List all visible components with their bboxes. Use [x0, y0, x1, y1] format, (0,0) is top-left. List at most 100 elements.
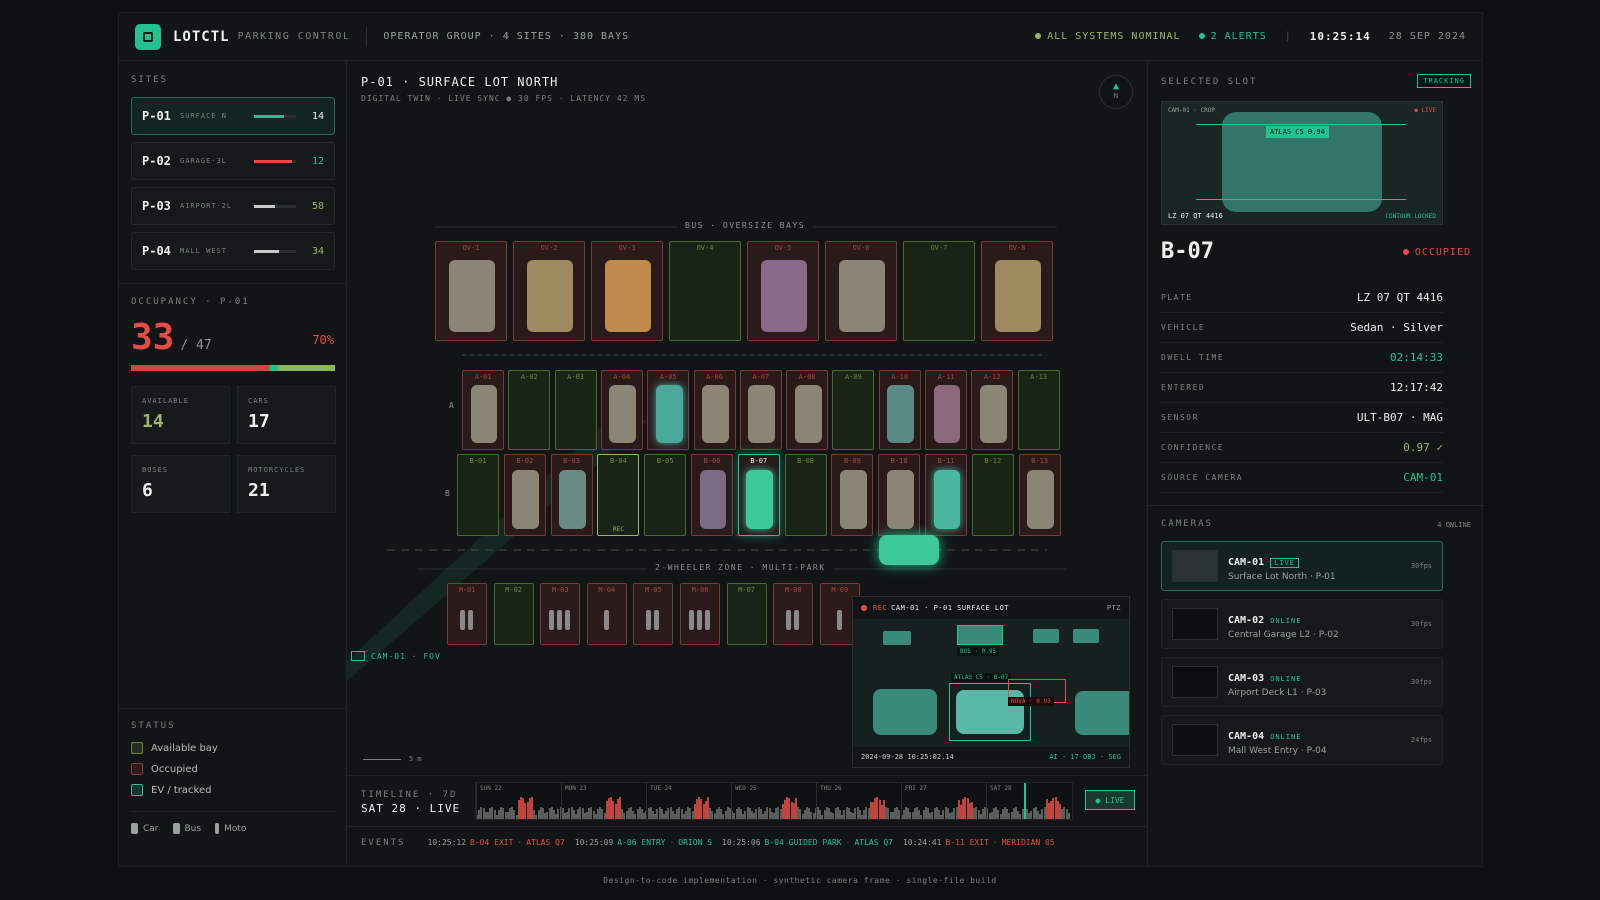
bay-b-13[interactable]: B-13 — [1018, 454, 1061, 536]
bay-b-12[interactable]: B-12 — [971, 454, 1014, 536]
detail-key: VEHICLE — [1161, 323, 1206, 332]
bay-a-09[interactable]: A-09 — [832, 370, 875, 450]
bay-a-11[interactable]: A-11 — [925, 370, 967, 450]
motorcycle — [705, 610, 710, 630]
bay-label: A-08 — [798, 373, 816, 381]
event-separator: · — [517, 838, 523, 847]
detail-key: DWELL TIME — [1161, 353, 1225, 362]
bay-ov-1[interactable]: OV-1 — [435, 241, 507, 341]
bay-a-03[interactable]: A-03 — [554, 370, 597, 450]
bay-a-12[interactable]: A-12 — [971, 370, 1014, 450]
event-action: A-06 ENTRY — [617, 838, 666, 847]
event-item[interactable]: 10:24:41 B-11 EXIT · MERIDIAN 05 — [903, 838, 1055, 848]
camera-thumbnail — [1172, 550, 1218, 582]
bay-m-02[interactable]: M-02 — [493, 583, 534, 645]
compass-label: N — [1113, 92, 1119, 100]
timeline-scrubber[interactable]: SUN 22 MON 23 TUE 24 WED 25 THU 26 FRI 27 SAT … — [475, 782, 1073, 820]
camera-status-badge: ONLINE — [1270, 675, 1302, 683]
bay-m-07[interactable]: M-07 — [726, 583, 767, 645]
camera-item-cam-03[interactable]: CAM-03 ONLINE Airport Deck L1 · P-03 30fps — [1161, 657, 1443, 707]
camera-title-row: CAM-04 ONLINE — [1228, 724, 1327, 743]
event-item[interactable]: 10:25:06 B-04 GUIDED PARK · ATLAS Q7 — [722, 838, 893, 848]
vehicle — [760, 260, 808, 332]
bay-b-01[interactable]: B-01 — [457, 454, 499, 536]
bay-ov-8[interactable]: OV-8 — [981, 241, 1053, 341]
event-separator: · — [845, 838, 851, 847]
bay-ov-4[interactable]: OV-4 — [669, 241, 741, 341]
bay-a-07[interactable]: A-07 — [739, 370, 782, 450]
bay-b-04[interactable]: B-04 REC — [597, 454, 640, 536]
bay-label: M-03 — [551, 586, 569, 594]
bay-ov-6[interactable]: OV-6 — [825, 241, 897, 341]
event-time: 10:25:06 — [722, 838, 761, 847]
compass[interactable]: ▲ N — [1099, 75, 1133, 109]
event-item[interactable]: 10:25:09 A-06 ENTRY · ORION S — [575, 838, 712, 848]
bay-m-04[interactable]: M-04 — [586, 583, 627, 645]
camera-item-cam-02[interactable]: CAM-02 ONLINE Central Garage L2 · P-02 30fp… — [1161, 599, 1443, 649]
camera-icon — [351, 651, 365, 661]
camera-name: Airport Deck L1 · P-03 — [1228, 688, 1327, 698]
motorcycle — [557, 610, 563, 630]
bay-ov-5[interactable]: OV-5 — [747, 241, 819, 341]
legend-item: EV / tracked — [131, 784, 211, 796]
bay-label: A-06 — [706, 373, 723, 381]
bay-b-10[interactable]: B-10 — [878, 454, 921, 536]
live-button[interactable]: ● LIVE — [1085, 790, 1135, 810]
bay-b-07[interactable]: B-07 — [737, 454, 780, 536]
bay-a-01[interactable]: A-01 — [462, 370, 504, 450]
bay-a-04[interactable]: A-04 — [600, 370, 643, 450]
rec-tag: REC — [612, 526, 624, 533]
bay-a-06[interactable]: A-06 — [693, 370, 736, 450]
bay-a-13[interactable]: A-13 — [1017, 370, 1060, 450]
site-bar-fill — [254, 249, 280, 253]
events-label: EVENTS — [361, 838, 406, 848]
bay-ov-3[interactable]: OV-3 — [591, 241, 663, 341]
site-item-p-02[interactable]: P-02 GARAGE·3L 12 — [131, 142, 335, 180]
bay-a-10[interactable]: A-10 — [878, 370, 921, 450]
bay-label: M-07 — [738, 586, 756, 594]
motorcycle — [468, 610, 473, 630]
bay-b-08[interactable]: B-08 — [784, 454, 827, 536]
bay-a-05[interactable]: A-05 — [647, 370, 690, 450]
bay-ov-7[interactable]: OV-7 — [903, 241, 975, 341]
bay-m-05[interactable]: M-05 — [633, 583, 674, 645]
bay-b-09[interactable]: B-09 — [831, 454, 874, 536]
detail-key: SOURCE CAMERA — [1161, 473, 1244, 482]
ptz-button[interactable]: PTZ — [1107, 604, 1121, 612]
bay-ov-2[interactable]: OV-2 — [513, 241, 585, 341]
scale-label: 5 m — [409, 755, 422, 763]
bay-label: A-11 — [937, 373, 955, 381]
bay-m-03[interactable]: M-03 — [540, 583, 581, 645]
stat-label: BUSES — [142, 466, 169, 474]
bay-label: M-09 — [831, 586, 849, 594]
bay-m-01[interactable]: M-01 — [447, 583, 487, 645]
bay-b-05[interactable]: B-05 — [644, 454, 687, 536]
event-item[interactable]: 10:25:12 B-04 EXIT · ATLAS Q7 — [428, 838, 565, 848]
site-item-p-03[interactable]: P-03 AIRPORT·2L 58 — [131, 187, 335, 225]
vehicle — [655, 385, 683, 443]
legend-label: Occupied — [151, 763, 198, 775]
bay-m-06[interactable]: M-06 — [680, 583, 720, 645]
header-separator: | — [1284, 31, 1292, 42]
selected-slot-id: B-07 — [1161, 239, 1214, 264]
camera-item-cam-01[interactable]: CAM-01 LIVE Surface Lot North · P-01 30fps — [1161, 541, 1443, 591]
slot-crop-view[interactable]: CAM-01 · CROP ● LIVE ATLAS C5 0.94 LZ 07… — [1161, 101, 1443, 225]
site-item-p-01[interactable]: P-01 SURFACE N 14 — [131, 97, 335, 135]
bay-b-06[interactable]: B-06 — [691, 454, 733, 536]
bay-b-11[interactable]: B-11 — [925, 454, 967, 536]
bay-b-03[interactable]: B-03 — [550, 454, 593, 536]
site-item-p-04[interactable]: P-04 MALL WEST 34 — [131, 232, 335, 270]
vehicle — [887, 385, 915, 443]
bay-b-02[interactable]: B-02 — [503, 454, 546, 536]
sites-label: SITES — [131, 75, 169, 85]
timeline-playhead[interactable] — [1024, 783, 1026, 819]
alerts-button[interactable]: 2 ALERTS — [1198, 31, 1267, 42]
bay-a-02[interactable]: A-02 — [508, 370, 551, 450]
camera-item-cam-04[interactable]: CAM-04 ONLINE Mall West Entry · P-04 24fps — [1161, 715, 1443, 765]
moving-vehicle[interactable] — [879, 535, 939, 565]
bay-a-08[interactable]: A-08 — [786, 370, 829, 450]
camera-feed-overlay[interactable]: REC CAM-01 · P-01 SURFACE LOT PTZ BUS · 0.… — [852, 596, 1130, 768]
bay-m-08[interactable]: M-08 — [773, 583, 814, 645]
divider — [366, 26, 368, 47]
camera-id: CAM-03 — [1228, 673, 1265, 684]
